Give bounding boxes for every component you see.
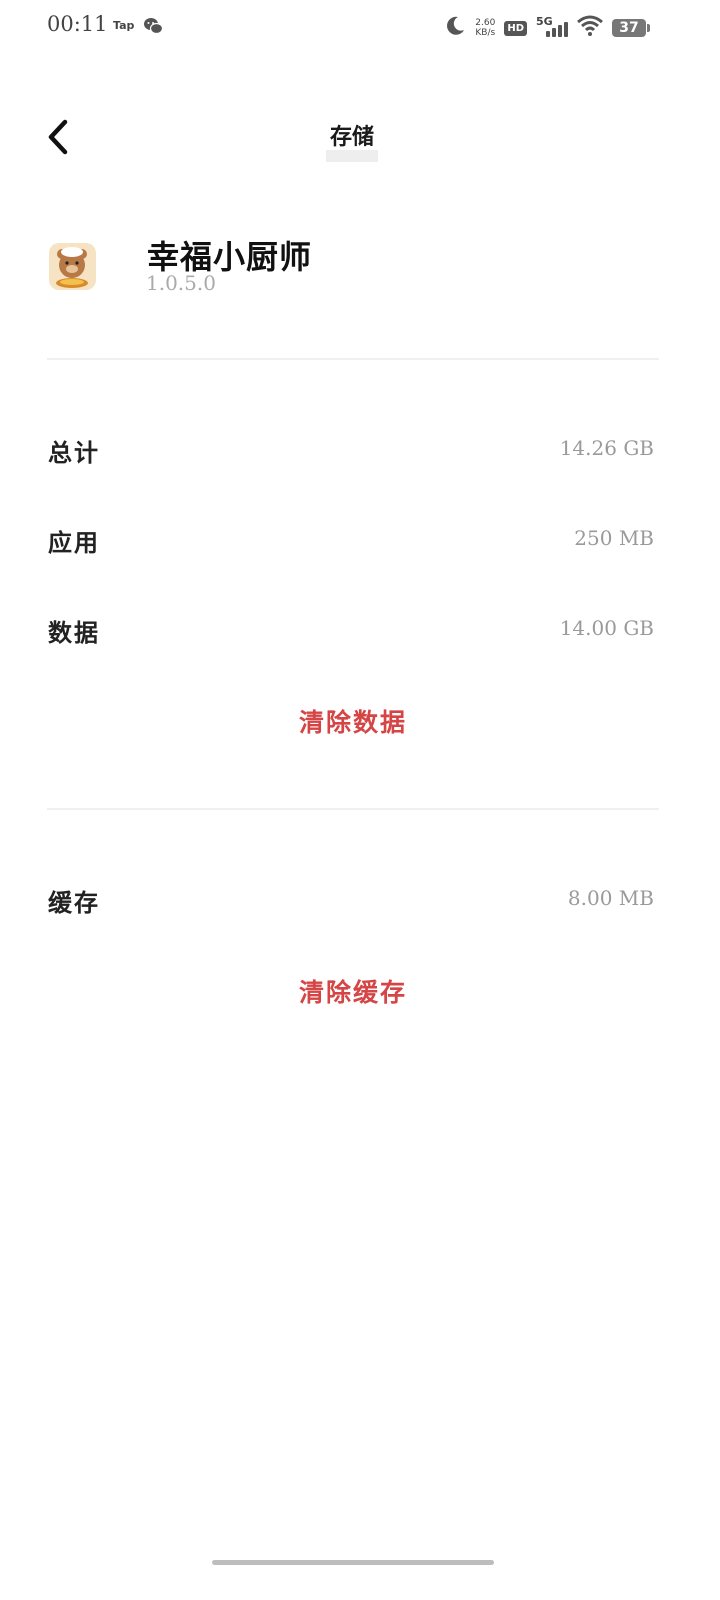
network-speed-value: 2.60 — [475, 18, 496, 28]
status-time: 00:11 — [47, 12, 108, 36]
row-label-cache: 缓存 — [48, 888, 100, 917]
battery-icon: 37 — [612, 19, 646, 37]
network-speed: 2.60 KB/s — [475, 18, 495, 38]
battery-tip — [647, 24, 650, 32]
home-indicator[interactable] — [212, 1560, 494, 1565]
row-value-cache: 8.00 MB — [567, 886, 654, 910]
wechat-icon — [143, 17, 164, 35]
wifi-icon — [577, 15, 603, 41]
clear-data-button[interactable]: 清除数据 — [0, 703, 706, 739]
tap-app-icon: Tap — [113, 19, 135, 32]
network-type-label: 5G — [536, 15, 553, 28]
divider — [47, 808, 659, 810]
battery-level: 37 — [619, 20, 639, 36]
app-icon — [49, 243, 96, 290]
cellular-signal-icon: 5G — [536, 15, 568, 39]
chevron-left-icon — [48, 119, 68, 155]
app-version: 1.0.5.0 — [146, 271, 216, 295]
row-value-data: 14.00 GB — [559, 616, 654, 640]
page-title: 存储 — [326, 120, 378, 162]
row-label-data: 数据 — [48, 618, 100, 647]
row-value-app: 250 MB — [574, 526, 654, 550]
row-value-total: 14.26 GB — [559, 436, 654, 460]
hd-voice-icon: HD — [504, 20, 527, 36]
divider — [47, 358, 659, 360]
back-button[interactable] — [36, 114, 80, 160]
status-right-group: 2.60 KB/s HD 5G 37 — [444, 14, 650, 42]
do-not-disturb-moon-icon — [444, 15, 466, 41]
network-speed-unit: KB/s — [475, 28, 496, 38]
row-label-total: 总计 — [48, 438, 100, 467]
clear-cache-button[interactable]: 清除缓存 — [0, 973, 706, 1009]
row-label-app: 应用 — [48, 528, 100, 557]
